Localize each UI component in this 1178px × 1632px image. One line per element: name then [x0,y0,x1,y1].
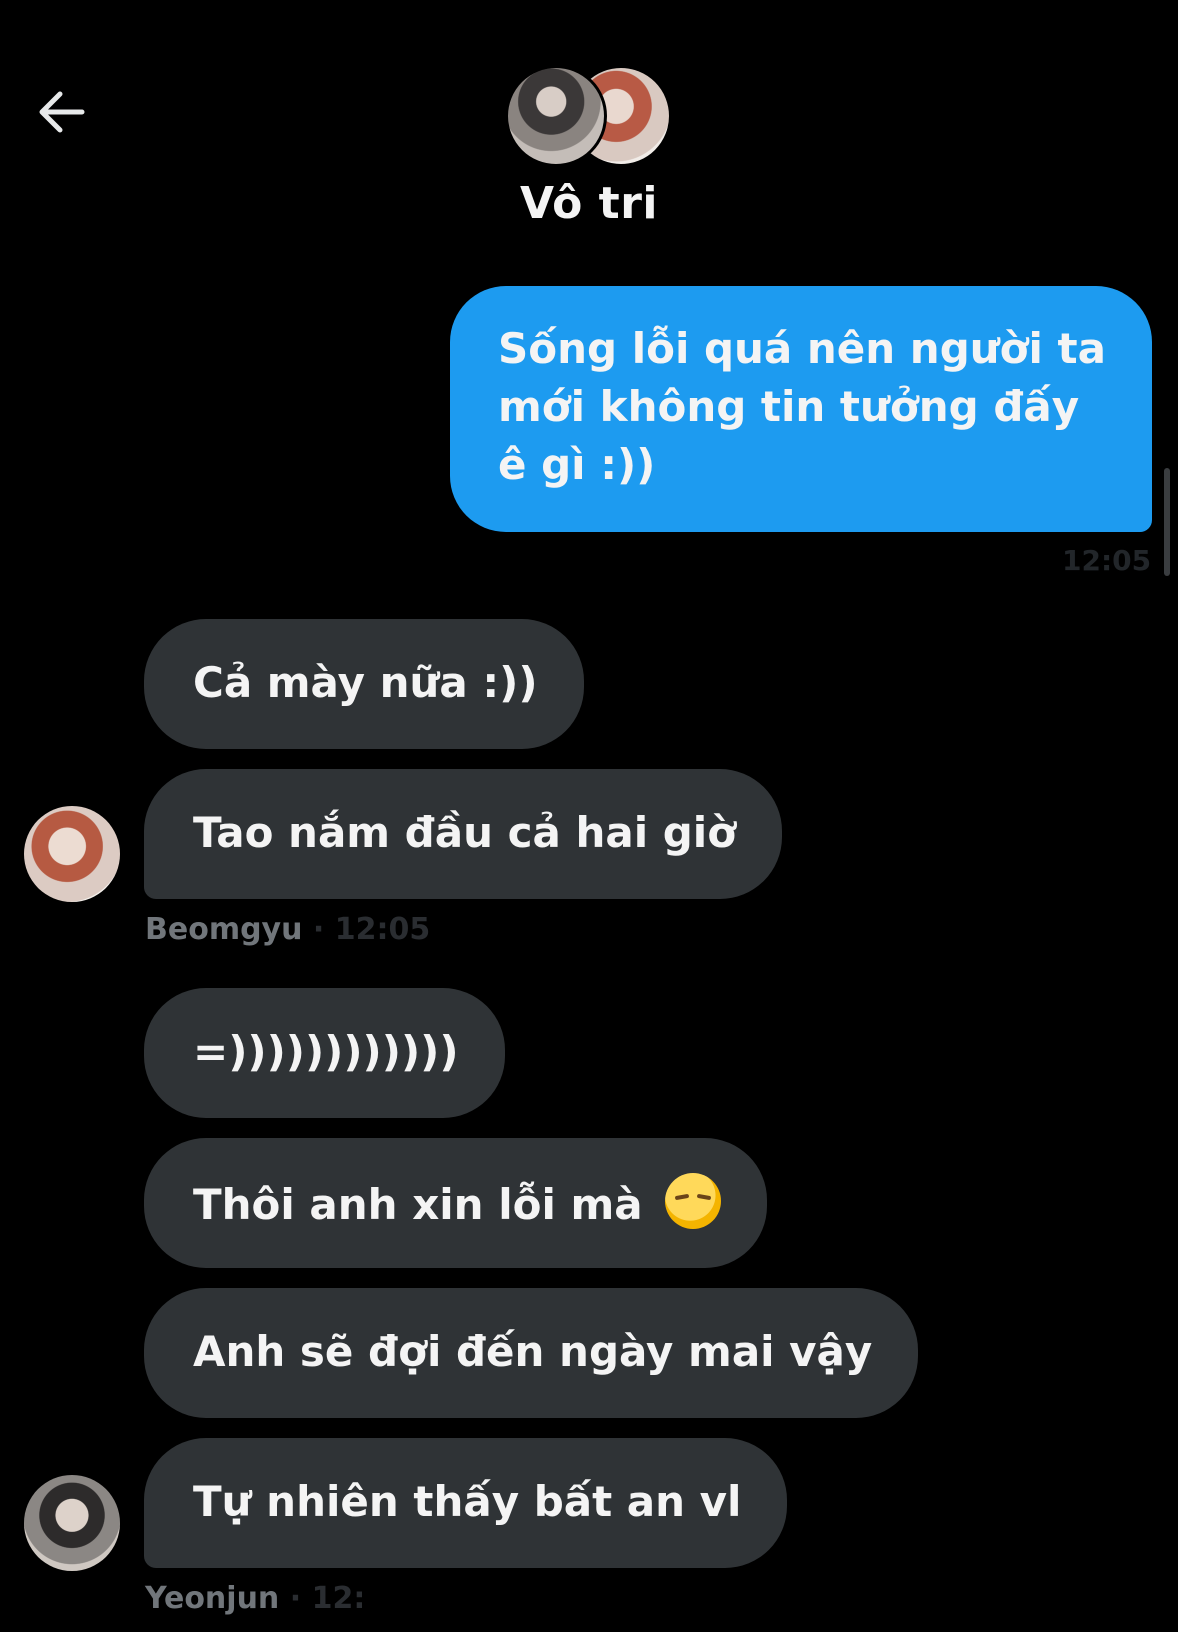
sender-meta: Yeonjun · 12: [145,1581,365,1616]
sent-message-bubble[interactable]: Sống lỗi quá nên người ta mới không tin … [450,286,1152,532]
back-button[interactable] [30,80,94,144]
message-timestamp: 12:05 [1062,544,1152,577]
back-arrow-icon [39,91,85,133]
message-text: Tự nhiên thấy bất an vl [193,1477,742,1526]
received-message-bubble[interactable]: Tao nắm đầu cả hai giờ [144,769,783,899]
message-text: =)))))))))))) [193,1027,459,1076]
message-timestamp: · 12:05 [302,912,431,947]
scrollbar[interactable] [1164,468,1170,576]
avatar [505,65,607,167]
message-timestamp: · 12: [279,1581,366,1616]
received-message-bubble[interactable]: Cả mày nữa :)) [144,619,584,749]
received-message-bubble[interactable]: =)))))))))))) [144,988,505,1118]
message-text: Cả mày nữa :)) [193,658,538,707]
group-avatars[interactable] [505,65,675,167]
sender-name: Beomgyu [145,912,303,947]
sender-meta: Beomgyu · 12:05 [145,912,430,947]
message-text: Sống lỗi quá nên người ta mới không tin … [498,324,1106,489]
conversation-title[interactable]: Vô tri [0,178,1178,229]
avatar[interactable] [24,1475,120,1571]
received-message-bubble[interactable]: Tự nhiên thấy bất an vl [144,1438,788,1568]
message-text: Thôi anh xin lỗi mà [193,1180,643,1229]
message-text: Anh sẽ đợi đến ngày mai vậy [193,1327,873,1376]
pensive-face-emoji [665,1173,722,1229]
avatar[interactable] [24,806,120,902]
sender-name: Yeonjun [145,1581,280,1616]
received-message-bubble[interactable]: Anh sẽ đợi đến ngày mai vậy [144,1288,919,1418]
message-text: Tao nắm đầu cả hai giờ [193,808,737,857]
received-message-bubble[interactable]: Thôi anh xin lỗi mà [144,1138,768,1268]
